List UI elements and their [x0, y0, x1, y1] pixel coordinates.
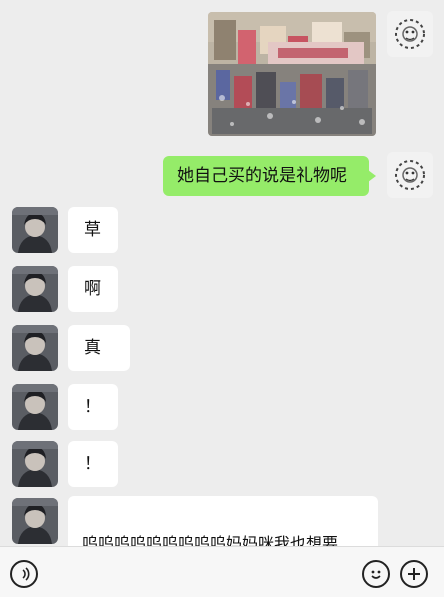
contact-avatar[interactable]	[12, 325, 58, 371]
received-bubble[interactable]: 草	[68, 207, 118, 253]
plus-icon[interactable]	[400, 560, 428, 588]
contact-avatar[interactable]	[12, 266, 58, 312]
received-bubble[interactable]: 真	[68, 325, 130, 371]
received-bubble[interactable]: 啊	[68, 266, 118, 312]
received-text: ！	[84, 454, 101, 474]
my-avatar[interactable]	[387, 152, 433, 198]
received-text: 草	[84, 220, 101, 240]
contact-avatar[interactable]	[12, 498, 58, 544]
chat-input-bar	[0, 546, 444, 597]
voice-icon[interactable]	[10, 560, 38, 588]
sent-text-label: 她自己买的说是礼物呢	[177, 166, 347, 186]
sent-text-bubble[interactable]: 她自己买的说是礼物呢	[163, 156, 376, 196]
received-bubble[interactable]: ！	[68, 441, 118, 487]
contact-avatar[interactable]	[12, 384, 58, 430]
contact-avatar[interactable]	[12, 441, 58, 487]
chat-screen: 她自己买的说是礼物呢 草 啊 真 ！ ！ 呜呜呜呜呜呜呜呜呜妈妈咪我也想要	[0, 0, 444, 597]
contact-avatar[interactable]	[12, 207, 58, 253]
received-text: 啊	[84, 279, 101, 299]
received-text: ！	[84, 397, 101, 417]
sent-photo-message[interactable]	[208, 12, 376, 136]
message-input[interactable]	[50, 555, 346, 589]
my-avatar[interactable]	[387, 11, 433, 57]
emoji-icon[interactable]	[362, 560, 390, 588]
received-text: 真	[84, 338, 101, 358]
received-bubble[interactable]: ！	[68, 384, 118, 430]
